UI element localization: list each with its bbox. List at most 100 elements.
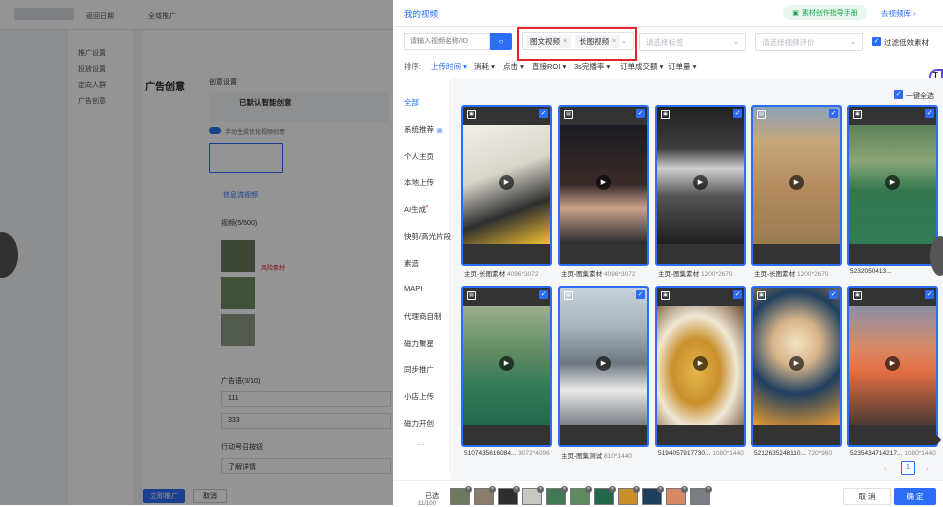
video-card[interactable]: ▤ ✓ ▶	[461, 286, 552, 447]
close-icon[interactable]: ×	[465, 486, 472, 493]
selected-thumb[interactable]: ×	[450, 486, 472, 505]
play-icon[interactable]: ▶	[789, 175, 804, 190]
selected-thumb[interactable]: ×	[594, 486, 616, 505]
filter-low-checkbox[interactable]: ✓	[872, 37, 881, 46]
sort-click[interactable]: 点击 ▾	[503, 61, 524, 72]
video-card[interactable]: ▣ ✓ ▶	[461, 105, 552, 266]
image-type-icon: ▣	[467, 110, 476, 119]
video-card[interactable]: ▣ ✓ ▶	[655, 105, 746, 266]
library-link[interactable]: 去视频库 ›	[881, 8, 916, 19]
sort-cost[interactable]: 消耗 ▾	[474, 61, 495, 72]
card-checkbox[interactable]: ✓	[636, 109, 645, 118]
next-page-icon[interactable]: ›	[926, 464, 929, 473]
sort-roi[interactable]: 直接ROI ▾	[532, 61, 566, 72]
sort-order-amount[interactable]: 订单成交额 ▾	[620, 61, 663, 72]
card-checkbox[interactable]: ✓	[539, 109, 548, 118]
eval-select[interactable]: 请选择视频评价 ⌄	[755, 33, 863, 51]
category-homepage[interactable]: 个人主页	[404, 151, 434, 162]
chevron-right-icon: ›	[913, 9, 916, 18]
card-checkbox[interactable]: ✓	[925, 109, 934, 118]
close-icon[interactable]: ×	[585, 486, 592, 493]
close-icon[interactable]: ×	[705, 486, 712, 493]
guide-button[interactable]: ▣ 素材创作指导手册	[783, 5, 867, 20]
more-icon[interactable]: ···	[417, 440, 425, 449]
search-input[interactable]	[404, 33, 490, 50]
close-icon[interactable]: ×	[657, 486, 664, 493]
selected-thumb[interactable]: ×	[498, 486, 520, 505]
category-kaichuang[interactable]: 磁力开创	[404, 418, 434, 429]
card-title: 5232050413...	[850, 268, 892, 275]
tag-select[interactable]: 请选择标签 ⌄	[639, 33, 746, 51]
play-icon[interactable]: ▶	[693, 175, 708, 190]
card-checkbox[interactable]: ✓	[636, 290, 645, 299]
sort-caret-icon: ▾	[692, 62, 697, 71]
category-ai[interactable]: AI生成•	[404, 204, 428, 215]
video-card[interactable]: ▣ ✓ ▶	[847, 105, 938, 266]
search-button[interactable]: ○	[490, 33, 512, 50]
prev-page-icon[interactable]: ‹	[884, 464, 887, 473]
card-size: 4096*3072	[506, 271, 539, 278]
play-icon[interactable]: ▶	[693, 356, 708, 371]
category-agency[interactable]: 代理商自制	[404, 311, 442, 322]
close-icon[interactable]: ×	[489, 486, 496, 493]
sort-completion-rate[interactable]: 3s完播率 ▾	[574, 61, 610, 72]
close-icon[interactable]: ×	[537, 486, 544, 493]
selected-thumb[interactable]: ×	[666, 486, 688, 505]
category-mapi[interactable]: MAPI	[404, 284, 422, 293]
selected-thumb[interactable]: ×	[642, 486, 664, 505]
image-type-icon: ▣	[757, 291, 766, 300]
video-card[interactable]: ▣ ✓ ▶	[751, 286, 842, 447]
video-card[interactable]: ▤ ✓ ▶	[558, 286, 649, 447]
card-checkbox[interactable]: ✓	[925, 290, 934, 299]
selected-thumb[interactable]: ×	[522, 486, 544, 505]
video-card[interactable]: ▣ ✓ ▶	[847, 286, 938, 447]
category-local-upload[interactable]: 本地上传	[404, 177, 434, 188]
play-icon[interactable]: ▶	[596, 356, 611, 371]
card-checkbox[interactable]: ✓	[733, 290, 742, 299]
card-checkbox[interactable]: ✓	[733, 109, 742, 118]
category-all[interactable]: 全部	[404, 97, 419, 108]
selected-thumb[interactable]: ×	[474, 486, 496, 505]
image-type-icon: ▣	[853, 110, 862, 119]
video-card[interactable]: ▤ ✓ ▶	[751, 105, 842, 266]
play-icon[interactable]: ▶	[499, 175, 514, 190]
close-icon[interactable]: ×	[513, 486, 520, 493]
card-checkbox[interactable]: ✓	[539, 290, 548, 299]
selected-thumb[interactable]: ×	[570, 486, 592, 505]
play-icon[interactable]: ▶	[885, 175, 900, 190]
card-checkbox[interactable]: ✓	[829, 109, 838, 118]
video-card[interactable]: ▤ ✓ ▶	[558, 105, 649, 266]
selected-thumb[interactable]: ×	[690, 486, 712, 505]
image-type-icon: ▣	[661, 110, 670, 119]
card-title: 主页-图集素材	[658, 271, 700, 278]
selected-count: 11/100	[418, 501, 436, 507]
category-quick-cut[interactable]: 快剪/高光片段	[404, 231, 451, 242]
close-icon[interactable]: ×	[681, 486, 688, 493]
sort-upload-time[interactable]: 上传时间 ▾	[431, 61, 467, 72]
sort-item-label: 消耗	[474, 62, 489, 71]
page-number[interactable]: 1	[901, 461, 915, 475]
play-icon[interactable]: ▶	[499, 356, 514, 371]
play-icon[interactable]: ▶	[885, 356, 900, 371]
category-sync[interactable]: 同步推广	[404, 364, 434, 375]
category-suzao[interactable]: 素造	[404, 258, 419, 269]
selected-thumb[interactable]: ×	[546, 486, 568, 505]
close-icon[interactable]: ×	[609, 486, 616, 493]
category-recommend[interactable]: 系统推荐 ▤	[404, 124, 443, 135]
play-icon[interactable]: ▶	[596, 175, 611, 190]
video-card[interactable]: ▣ ✓ ▶	[655, 286, 746, 447]
eval-select-placeholder: 请选择视频评价	[762, 37, 815, 47]
drawer-cancel-button[interactable]: 取 消	[843, 488, 891, 505]
close-icon[interactable]: ×	[561, 486, 568, 493]
drawer-confirm-button[interactable]: 确 定	[894, 488, 936, 505]
card-checkbox[interactable]: ✓	[829, 290, 838, 299]
sort-order-count[interactable]: 订单量 ▾	[668, 61, 696, 72]
play-icon[interactable]: ▶	[789, 356, 804, 371]
close-icon[interactable]: ×	[633, 486, 640, 493]
category-juxing[interactable]: 磁力聚星	[404, 338, 434, 349]
select-all-checkbox[interactable]: ✓	[894, 90, 903, 99]
right-scroll-handle[interactable]	[930, 236, 943, 276]
selected-thumb[interactable]: ×	[618, 486, 640, 505]
category-store-upload[interactable]: 小店上传	[404, 391, 434, 402]
assistant-edge-icon[interactable]: ◆	[932, 432, 943, 452]
